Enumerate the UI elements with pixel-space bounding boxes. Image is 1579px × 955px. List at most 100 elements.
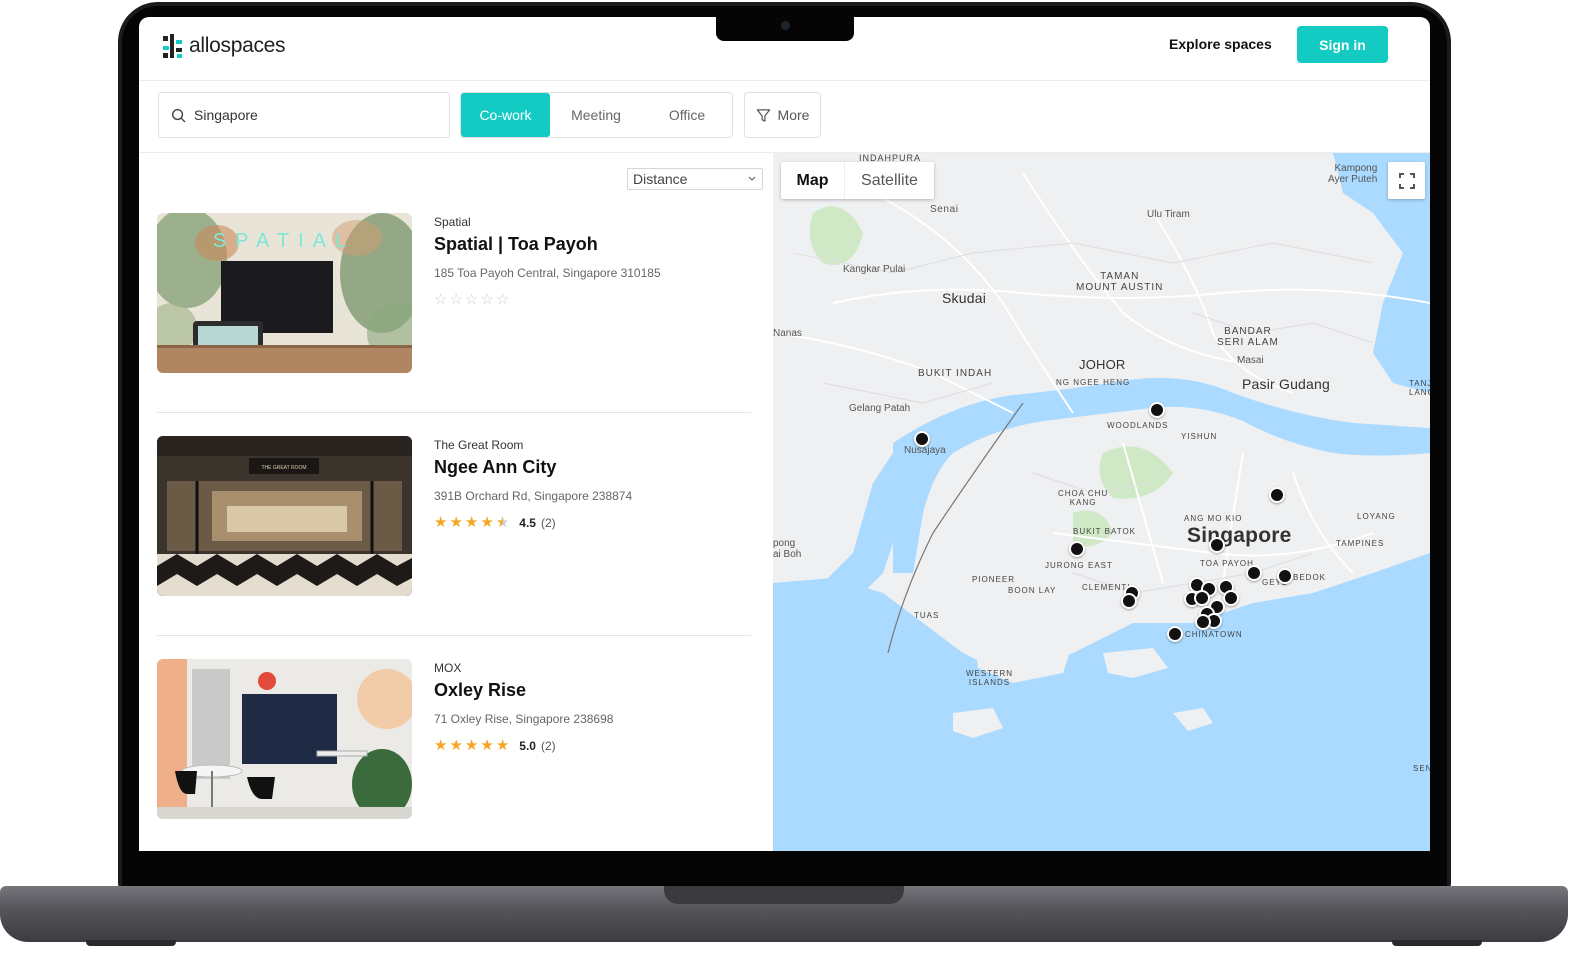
sign-in-button[interactable]: Sign in: [1297, 26, 1388, 63]
star-filled-icon: ★: [480, 737, 494, 754]
space-location-pin[interactable]: [914, 431, 930, 447]
map-label: CHOA CHU KANG: [1058, 489, 1109, 507]
map-label: BUKIT BATOK: [1073, 527, 1137, 536]
tab-co-work[interactable]: Co-work: [461, 93, 550, 137]
map-label: TOA PAYOH: [1200, 559, 1254, 568]
space-location-pin[interactable]: [1195, 614, 1211, 630]
map-label: TAMPINES: [1336, 539, 1385, 548]
space-location-pin[interactable]: [1277, 568, 1293, 584]
star-filled-icon: ★: [434, 737, 448, 754]
map-type-toggle: Map Satellite: [781, 162, 934, 199]
map-label: Masai: [1237, 355, 1264, 366]
rating-stars: ★ ★ ★ ★ ★ 5.0 (2): [434, 738, 556, 753]
map-type-map-button[interactable]: Map: [781, 162, 845, 199]
list-divider: [157, 635, 751, 636]
star-empty-icon: ☆: [434, 291, 448, 308]
laptop-foot-right: [1392, 940, 1482, 946]
listing-card[interactable]: MOX Oxley Rise 71 Oxley Rise, Singapore …: [157, 659, 751, 819]
map-label: BANDAR SERI ALAM: [1217, 326, 1279, 348]
space-location-pin[interactable]: [1121, 593, 1137, 609]
fullscreen-icon: [1398, 172, 1415, 189]
map-label: WESTERN ISLANDS: [966, 669, 1013, 687]
space-location-pin[interactable]: [1246, 565, 1262, 581]
space-location-pin[interactable]: [1209, 537, 1225, 553]
tab-office[interactable]: Office: [642, 93, 732, 137]
list-divider: [157, 412, 751, 413]
listing-title[interactable]: Ngee Ann City: [434, 457, 556, 478]
laptop-foot-left: [86, 940, 176, 946]
map-label: YISHUN: [1181, 432, 1218, 441]
map-label: Skudai: [942, 290, 987, 306]
map-label: Nusajaya: [904, 445, 946, 456]
map-view[interactable]: INDAHPURA Senai Kampong Ayer Puteh Ulu T…: [773, 153, 1430, 851]
listing-title[interactable]: Oxley Rise: [434, 680, 526, 701]
map-label: TUAS: [914, 611, 940, 620]
listing-photo[interactable]: SPATIAL: [157, 213, 412, 373]
fullscreen-button[interactable]: [1388, 162, 1425, 199]
map-label: Pasir Gudang: [1242, 376, 1331, 392]
listing-brand: Spatial: [434, 215, 471, 229]
star-filled-icon: ★: [449, 514, 463, 531]
filter-bar: Singapore Co-work Meeting Office More: [139, 81, 1430, 153]
more-filters-label: More: [777, 107, 810, 123]
map-label: TANJU LANGS: [1409, 379, 1430, 397]
space-location-pin[interactable]: [1194, 590, 1210, 606]
chevron-down-icon: [748, 176, 756, 181]
sort-select[interactable]: Distance: [627, 168, 763, 190]
tab-meeting[interactable]: Meeting: [550, 93, 642, 137]
more-filters-button[interactable]: More: [744, 92, 821, 138]
map-label: Ulu Tiram: [1147, 209, 1190, 220]
listing-address: 71 Oxley Rise, Singapore 238698: [434, 712, 614, 726]
rating-stars: ★ ★ ★ ★ ★ 4.5 (2): [434, 515, 556, 530]
search-icon: [171, 108, 186, 122]
map-label: BEDOK: [1293, 573, 1327, 582]
great-room-sign: THE GREAT ROOM: [261, 465, 306, 471]
listing-brand: MOX: [434, 661, 462, 675]
rating-score: 5.0: [519, 738, 536, 753]
brand-logo[interactable]: allospaces: [161, 31, 286, 61]
star-filled-icon: ★: [464, 737, 479, 754]
listing-photo[interactable]: [157, 659, 412, 819]
star-empty-icon: ☆: [480, 291, 494, 308]
map-label: Senai: [930, 204, 959, 215]
filter-icon: [756, 108, 770, 122]
map-label: LOYANG: [1357, 512, 1396, 521]
map-label: Nanas: [773, 328, 802, 339]
rating-stars: ☆ ☆ ☆ ☆ ☆: [434, 292, 509, 307]
map-label: Gelang Patah: [849, 403, 911, 414]
map-label: SEN: [1413, 764, 1430, 773]
star-half-icon: ★: [495, 514, 510, 531]
search-value: Singapore: [194, 107, 258, 123]
brand-name: allospaces: [189, 34, 286, 57]
space-location-pin[interactable]: [1223, 590, 1239, 606]
map-type-satellite-button[interactable]: Satellite: [845, 162, 934, 199]
map-label: ANG MO KIO: [1184, 514, 1243, 523]
space-location-pin[interactable]: [1269, 487, 1285, 503]
space-location-pin[interactable]: [1069, 541, 1085, 557]
location-search-input[interactable]: Singapore: [158, 92, 450, 138]
listing-panel: Distance SPATIAL Spatial Spatial | Toa P…: [139, 153, 773, 851]
space-location-pin[interactable]: [1149, 402, 1165, 418]
explore-spaces-link[interactable]: Explore spaces: [1169, 36, 1272, 52]
listing-photo[interactable]: THE GREAT ROOM: [157, 436, 412, 596]
camera-icon: [781, 21, 790, 30]
map-label: Kampong Ayer Puteh: [1328, 163, 1378, 185]
listing-card[interactable]: THE GREAT ROOM The Great Room Ngee Ann C…: [157, 436, 751, 596]
laptop-opening-lip: [664, 886, 904, 904]
map-label: WOODLANDS: [1107, 421, 1169, 430]
listing-card[interactable]: SPATIAL Spatial Spatial | Toa Payoh 185 …: [157, 213, 751, 373]
map-label: pong ai Boh: [773, 538, 802, 560]
listing-title[interactable]: Spatial | Toa Payoh: [434, 234, 598, 255]
map-label: NG NGEE HENG: [1056, 378, 1131, 387]
star-empty-icon: ☆: [464, 291, 479, 308]
star-filled-icon: ★: [449, 737, 463, 754]
listing-brand: The Great Room: [434, 438, 524, 452]
map-label: CHINATOWN: [1185, 630, 1243, 639]
star-filled-icon: ★: [480, 514, 494, 531]
star-empty-icon: ☆: [495, 291, 510, 308]
map-label: BUKIT INDAH: [918, 368, 993, 379]
map-label: Singapore: [1187, 524, 1292, 547]
listing-address: 391B Orchard Rd, Singapore 238874: [434, 489, 633, 503]
review-count: (2): [540, 515, 556, 530]
space-location-pin[interactable]: [1167, 626, 1183, 642]
